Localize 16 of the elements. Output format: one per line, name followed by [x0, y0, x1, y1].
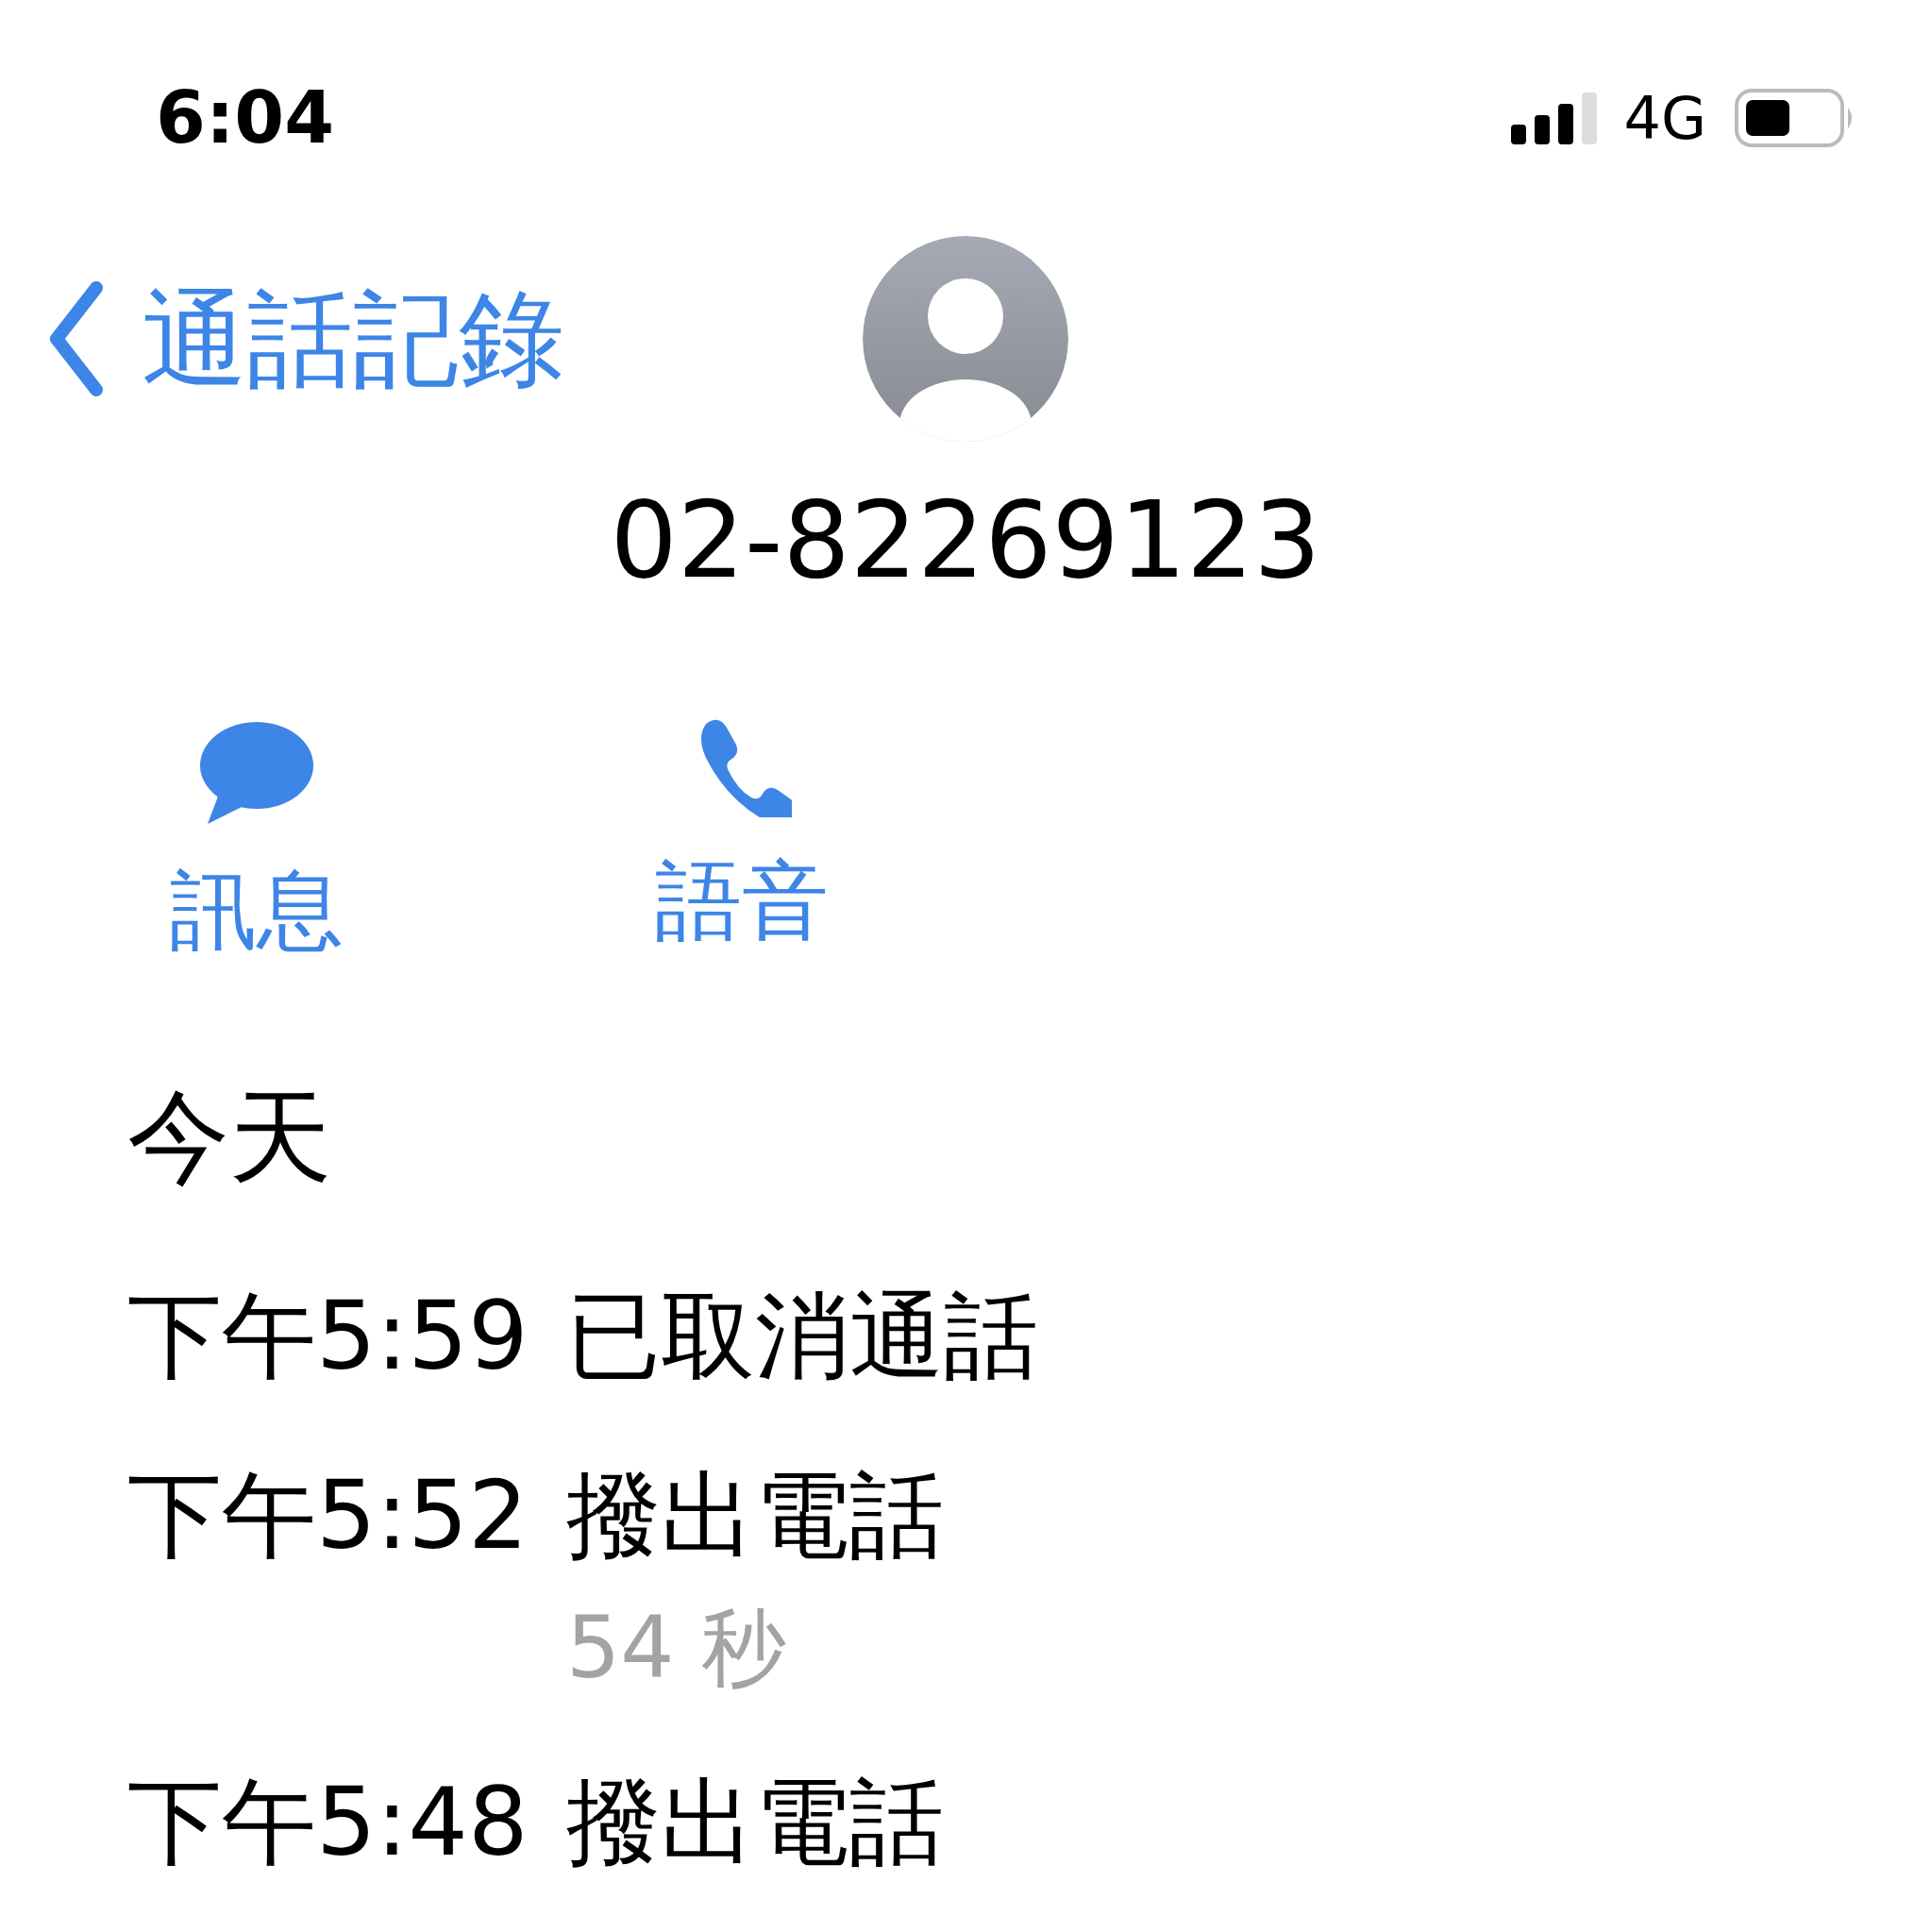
avatar-icon	[863, 236, 1068, 442]
call-time: 下午5:59	[127, 1289, 529, 1384]
action-button[interactable]: 訊息	[170, 718, 344, 976]
call-type: 撥出電話	[566, 1460, 944, 1571]
call-duration: 54 秒	[566, 1605, 788, 1690]
action-button[interactable]: 語音	[655, 718, 829, 976]
section-heading: 今天	[126, 1077, 332, 1198]
back-button[interactable]: 通話記錄	[0, 260, 564, 418]
chevron-left-icon	[47, 279, 104, 398]
call-time: 下午5:48	[127, 1775, 529, 1870]
status-time: 6:04	[156, 75, 335, 161]
call-type: 撥出電話	[566, 1767, 944, 1877]
network-label: 4G	[1623, 82, 1706, 155]
call-type: 已取消通話	[566, 1281, 1038, 1391]
phone-number: 02-82269123	[609, 478, 1322, 603]
call-time: 下午5:52	[127, 1469, 529, 1572]
